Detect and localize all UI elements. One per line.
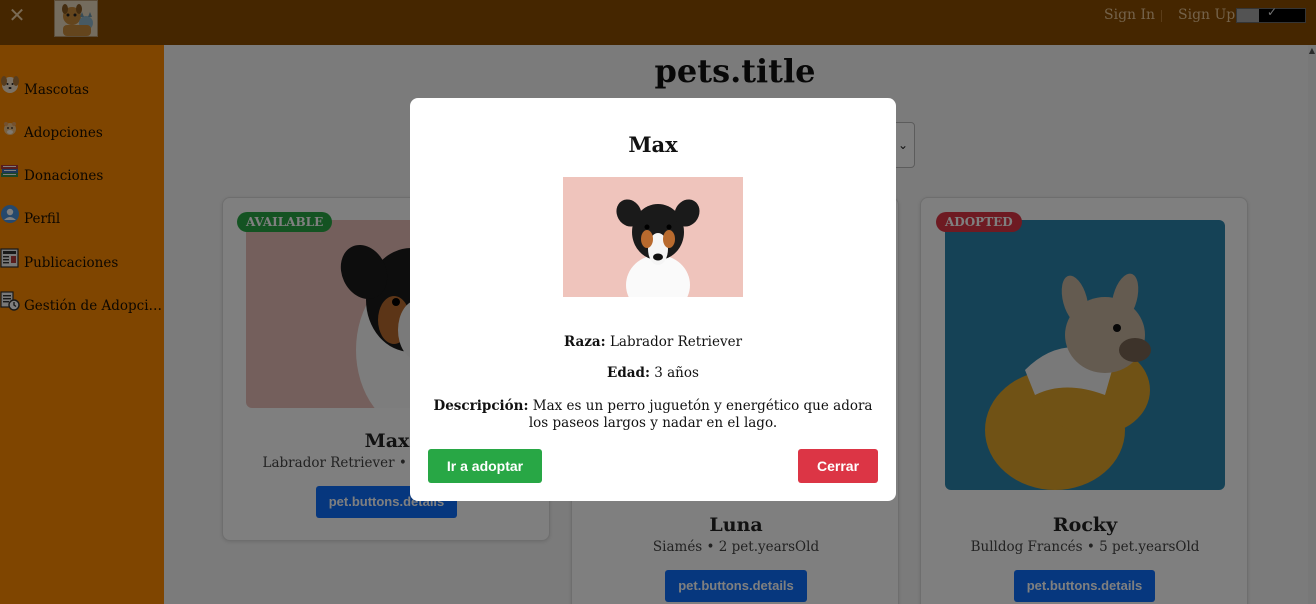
breed-label: Raza: — [563, 334, 606, 350]
description-label: Descripción: — [433, 398, 529, 414]
modal-pet-photo — [563, 177, 743, 297]
close-modal-button[interactable]: Cerrar — [798, 449, 878, 483]
modal-description-line: Descripción: Max es un perro juguetón y … — [430, 398, 876, 432]
modal-title: Max — [628, 132, 678, 157]
modal-breed-line: Raza: Labrador Retriever — [430, 334, 876, 351]
go-adopt-button[interactable]: Ir a adoptar — [428, 449, 542, 483]
modal-age-line: Edad: 3 años — [430, 365, 876, 382]
description-value: Max es un perro juguetón y energético qu… — [528, 398, 873, 431]
age-label: Edad: — [607, 365, 650, 381]
pet-details-modal: Max Raza: Labrador Retriever Edad: 3 año… — [410, 98, 896, 501]
breed-value: Labrador Retriever — [609, 334, 743, 350]
age-value: 3 años — [654, 365, 699, 381]
